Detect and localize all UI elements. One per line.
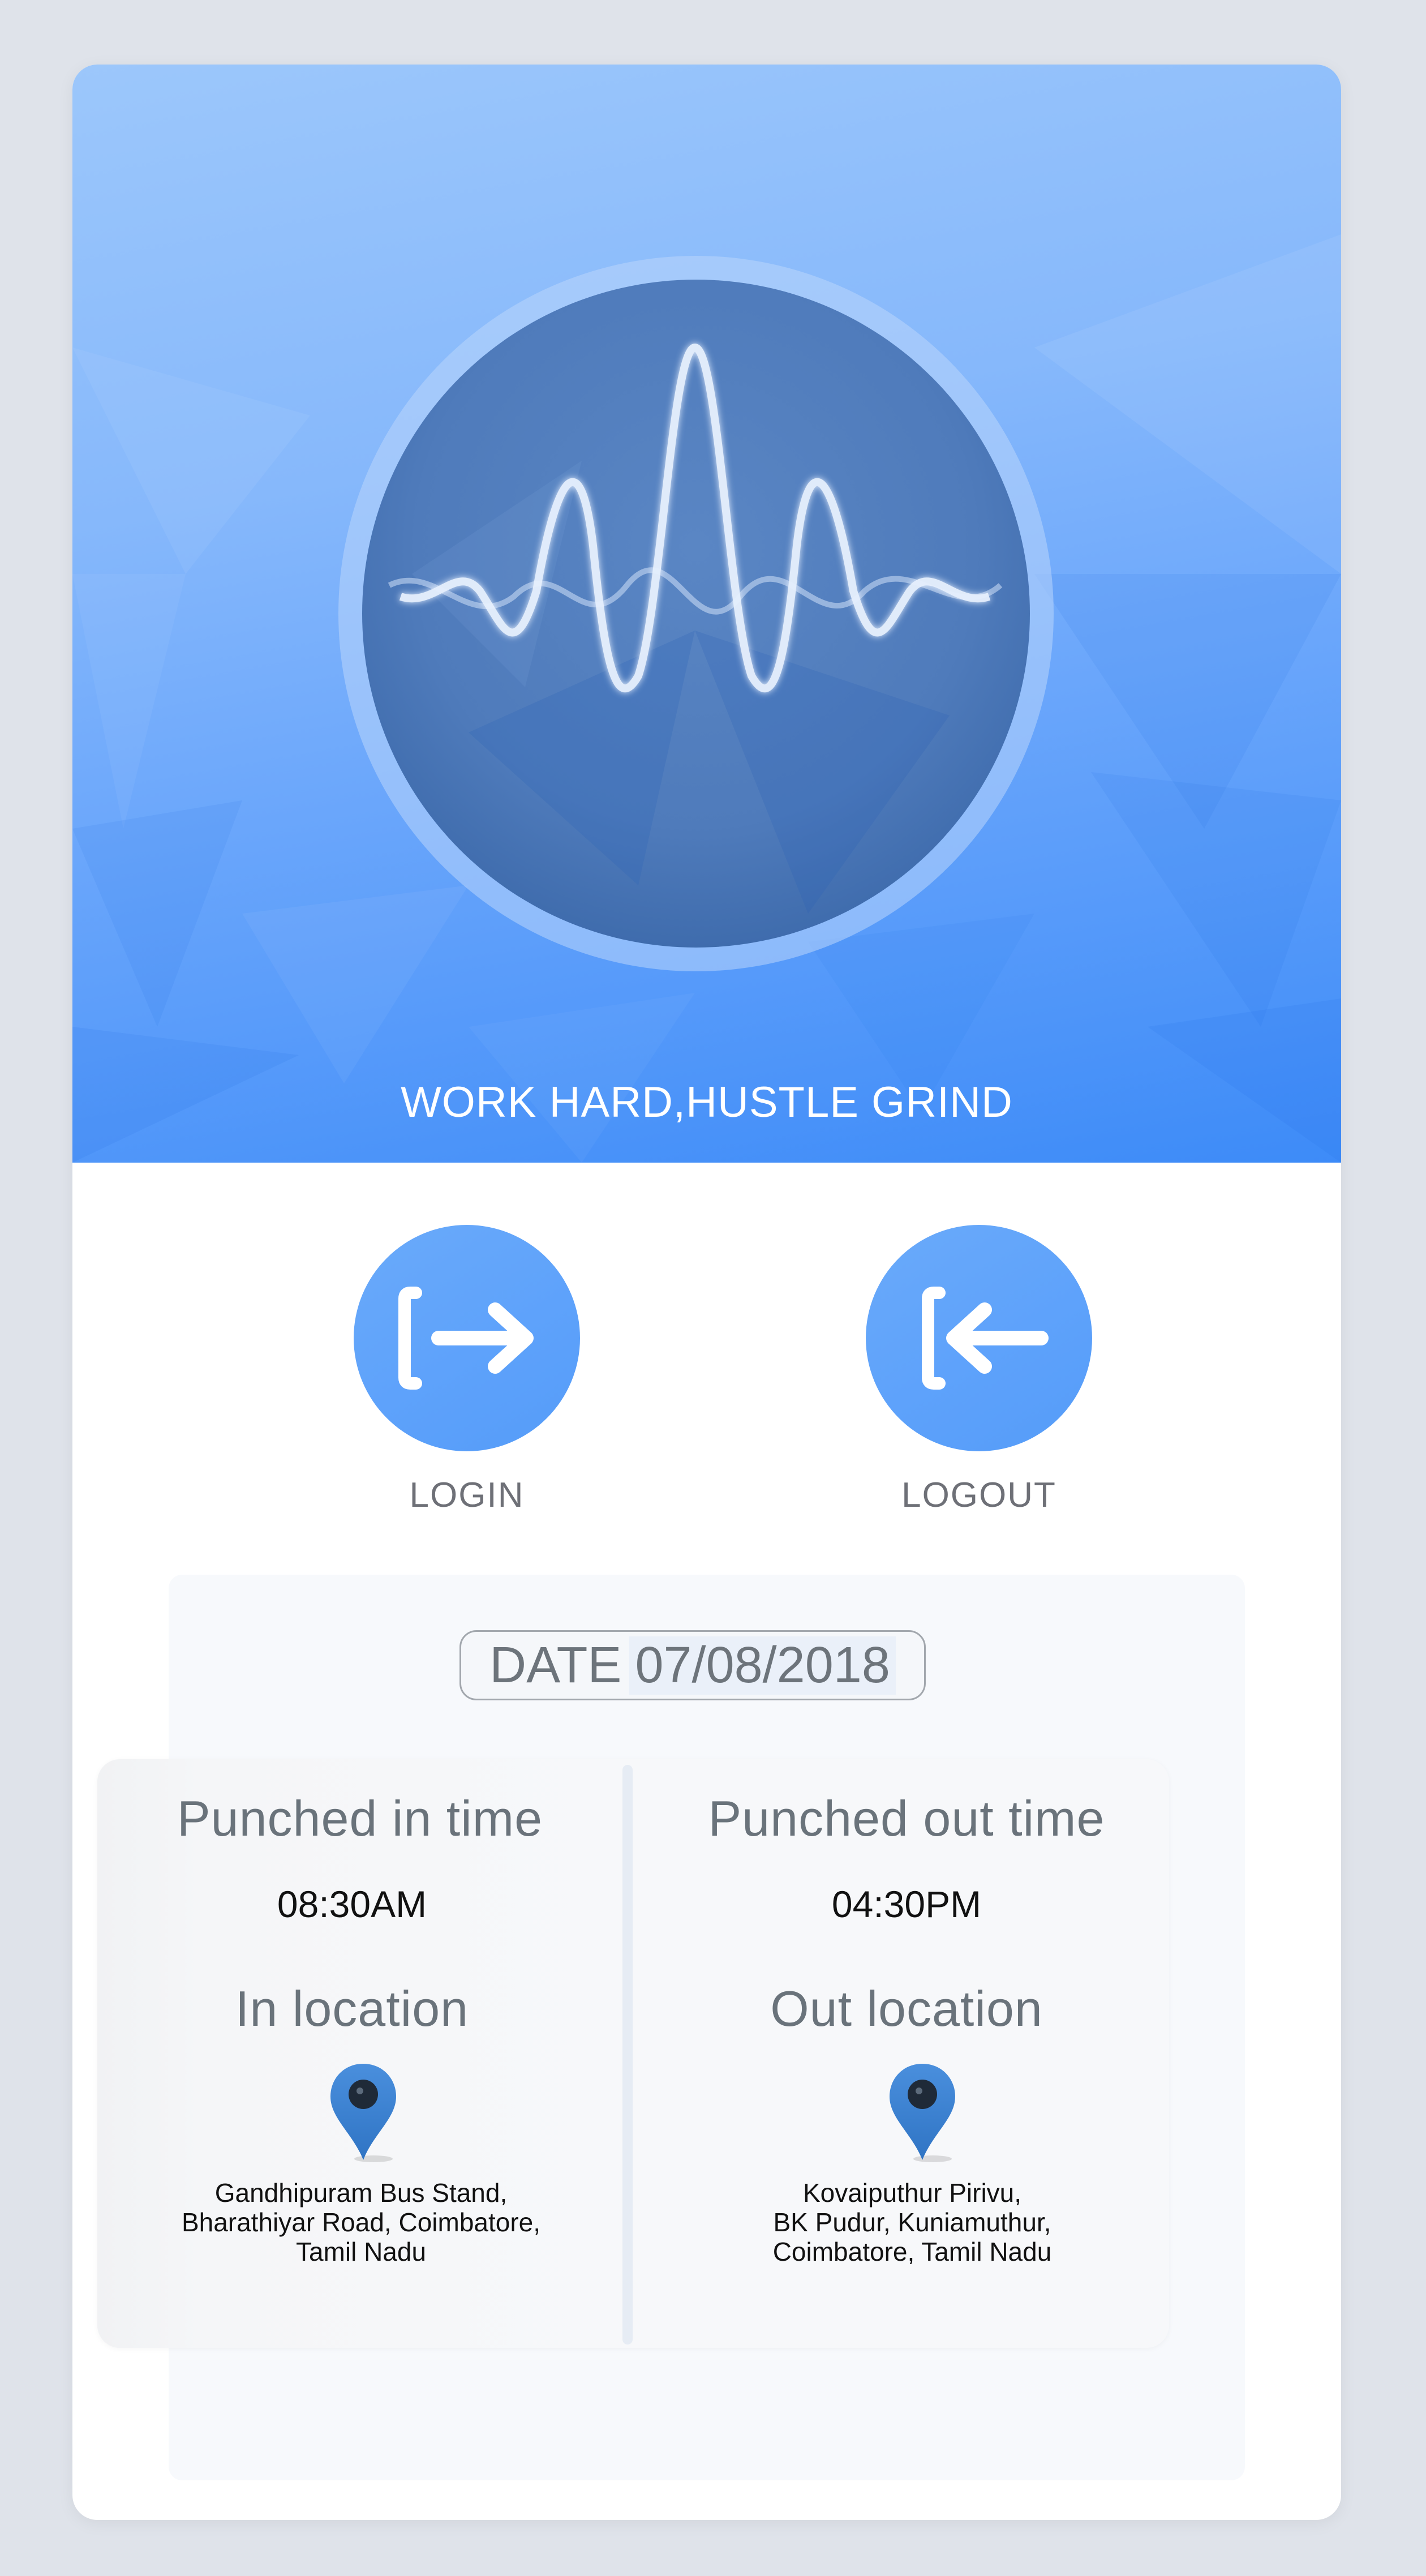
hero-tagline: WORK HARD,HUSTLE GRIND — [401, 1078, 1013, 1126]
map-pin-icon — [890, 2064, 955, 2162]
out-address-line: Kovaiputhur Pirivu, — [802, 2178, 1022, 2208]
in-address-line: Bharathiyar Road, Coimbatore, — [181, 2208, 541, 2237]
out-location-address: Kovaiputhur Pirivu, BK Pudur, Kuniamuthu… — [658, 2178, 1167, 2266]
in-address-line: Tamil Nadu — [295, 2237, 427, 2266]
punched-out-heading: Punched out time — [708, 1790, 1105, 1846]
login-button[interactable] — [354, 1225, 580, 1451]
in-address-line: Gandhipuram Bus Stand, — [214, 2178, 508, 2208]
punch-summary-card: Punched in time 08:30AM In location Gand… — [97, 1759, 1169, 2348]
login-arrow-icon — [398, 1287, 534, 1390]
logout-arrow-icon — [922, 1287, 1049, 1390]
hero-banner: WORK HARD,HUSTLE GRIND — [72, 65, 1341, 1163]
login-action: LOGIN — [348, 1225, 586, 1515]
punched-in-heading: Punched in time — [177, 1790, 543, 1846]
hero-background-graphic — [72, 234, 1341, 1163]
out-location-heading: Out location — [770, 1981, 1043, 2037]
date-label: DATE — [489, 1636, 622, 1694]
punched-in-time: 08:30AM — [277, 1883, 427, 1925]
in-location-address: Gandhipuram Bus Stand, Bharathiyar Road,… — [106, 2178, 616, 2266]
punched-out-time: 04:30PM — [831, 1883, 982, 1925]
logout-action: LOGOUT — [860, 1225, 1098, 1515]
login-label: LOGIN — [409, 1476, 525, 1515]
map-pin-icon — [330, 2064, 396, 2162]
logout-button[interactable] — [866, 1225, 1092, 1451]
in-location-heading: In location — [235, 1981, 469, 2037]
out-address-line: Coimbatore, Tamil Nadu — [772, 2237, 1052, 2266]
logout-label: LOGOUT — [901, 1476, 1056, 1515]
out-address-line: BK Pudur, Kuniamuthur, — [773, 2208, 1051, 2237]
column-divider — [622, 1765, 633, 2344]
date-field[interactable]: DATE 07/08/2018 — [459, 1630, 926, 1700]
date-value: 07/08/2018 — [629, 1636, 896, 1695]
